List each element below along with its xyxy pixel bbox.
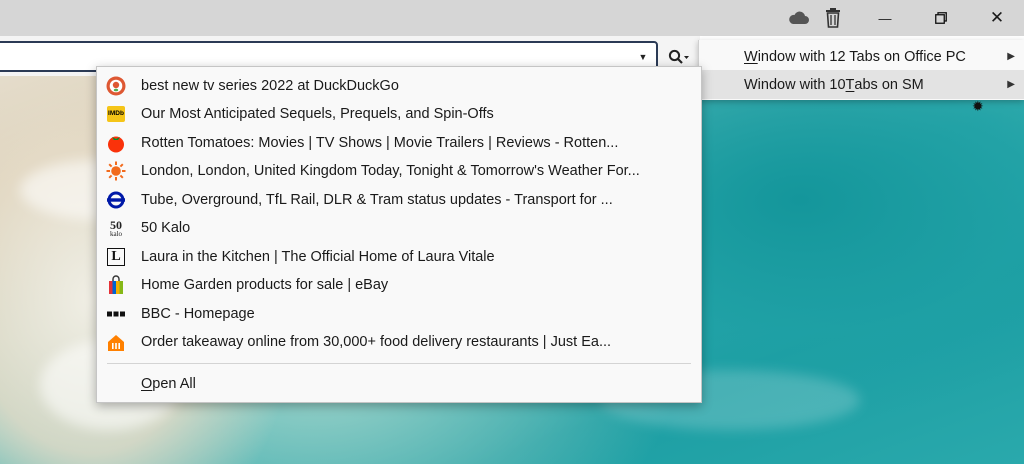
submenu-arrow-icon: ▶: [1007, 51, 1015, 62]
minimize-icon: —: [878, 10, 892, 26]
list-item[interactable]: 50 kalo 50 Kalo: [97, 214, 701, 242]
submenu-item-sm[interactable]: Window with 10 Tabs on SM ▶: [699, 70, 1024, 99]
sun-icon: [106, 161, 126, 181]
window-titlebar: — ✕: [0, 0, 1024, 36]
submenu-arrow-icon: ▶: [1007, 79, 1015, 90]
search-icon: [668, 49, 689, 64]
menu-separator: [107, 363, 691, 364]
minimize-button[interactable]: —: [862, 0, 908, 36]
bbc-icon: [106, 304, 126, 324]
list-item[interactable]: best new tv series 2022 at DuckDuckGo: [97, 72, 701, 100]
close-button[interactable]: ✕: [974, 0, 1020, 36]
send-tab-submenu: Window with 12 Tabs on Office PC ▶ Windo…: [698, 40, 1024, 100]
list-item[interactable]: Home Garden products for sale | eBay: [97, 271, 701, 299]
close-icon: ✕: [989, 8, 1005, 27]
ebay-bag-icon: [106, 275, 126, 295]
imdb-icon: IMDb: [106, 104, 126, 124]
list-item[interactable]: Order takeaway online from 30,000+ food …: [97, 328, 701, 356]
dropdown-arrow-icon: ▼: [638, 52, 648, 62]
trash-icon[interactable]: [810, 0, 856, 36]
50-kalo-icon: 50 kalo: [109, 217, 123, 238]
restore-button[interactable]: [918, 0, 964, 36]
gear-icon: ✹: [972, 98, 984, 114]
url-history-dropdown[interactable]: ▼: [636, 50, 650, 64]
list-item[interactable]: IMDb Our Most Anticipated Sequels, Prequ…: [97, 100, 701, 128]
laura-l-icon: L: [106, 247, 126, 267]
submenu-item-office-pc[interactable]: Window with 12 Tabs on Office PC ▶: [699, 42, 1024, 71]
restore-icon: [935, 12, 947, 24]
tabs-popup-menu: best new tv series 2022 at DuckDuckGo IM…: [96, 66, 702, 403]
tomato-icon: [106, 133, 126, 153]
list-item[interactable]: L Laura in the Kitchen | The Official Ho…: [97, 243, 701, 271]
tfl-roundel-icon: [106, 190, 126, 210]
duckduckgo-icon: [106, 76, 126, 96]
open-all-menu-item[interactable]: Open All: [141, 376, 196, 392]
list-item[interactable]: Rotten Tomatoes: Movies | TV Shows | Mov…: [97, 129, 701, 157]
list-item[interactable]: London, London, United Kingdom Today, To…: [97, 157, 701, 185]
just-eat-icon: [106, 332, 126, 352]
list-item[interactable]: BBC - Homepage: [97, 300, 701, 328]
list-item[interactable]: Tube, Overground, TfL Rail, DLR & Tram s…: [97, 186, 701, 214]
